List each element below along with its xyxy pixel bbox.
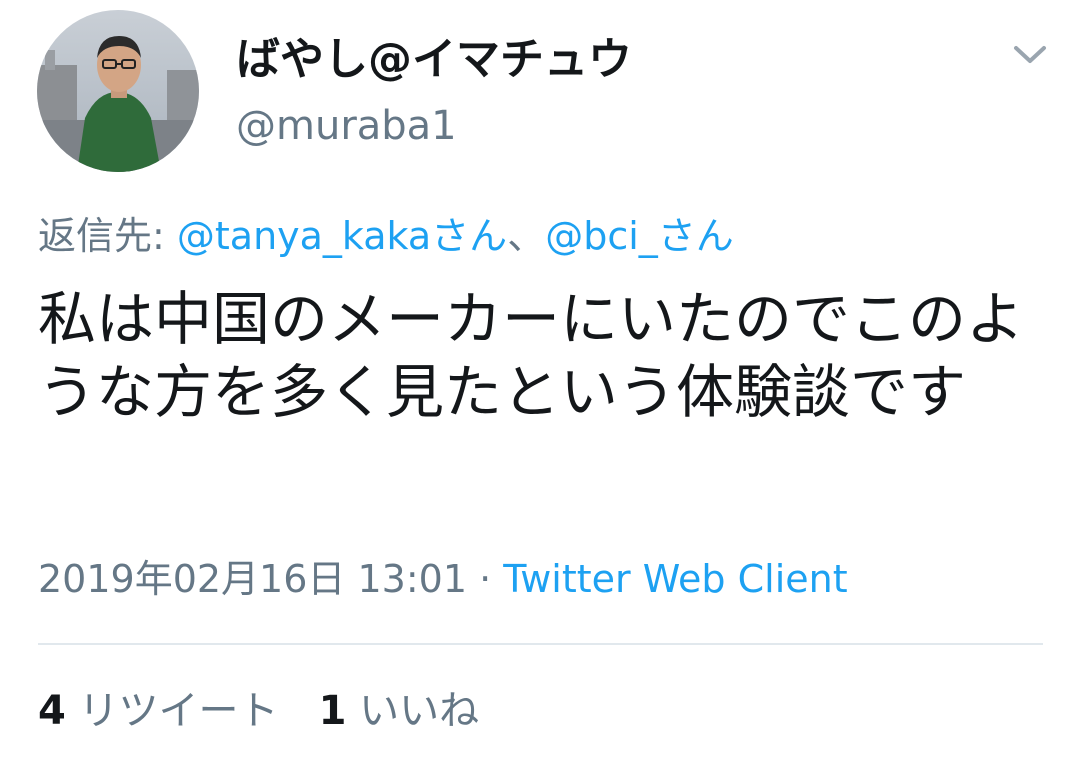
likes-stat[interactable]: 1 いいね bbox=[319, 688, 480, 734]
likes-count: 1 bbox=[318, 688, 347, 734]
reply-to-line: 返信先: @tanya_kakaさん、@bci_さん bbox=[38, 212, 734, 260]
reply-mention-tanya-kaka[interactable]: @tanya_kakaさん bbox=[177, 214, 507, 258]
retweets-stat[interactable]: 4 リツイート bbox=[38, 688, 279, 734]
tweet-client-link[interactable]: Twitter Web Client bbox=[503, 557, 847, 601]
divider bbox=[38, 643, 1043, 645]
author-display-name[interactable]: ばやし@イマチュウ bbox=[236, 34, 632, 86]
tweet-meta: 2019年02月16日 13:01 · Twitter Web Client bbox=[38, 554, 848, 604]
tweet-timestamp[interactable]: 2019年02月16日 13:01 bbox=[38, 557, 467, 601]
retweets-label: リツイート bbox=[78, 688, 279, 734]
likes-label: いいね bbox=[359, 688, 480, 734]
reply-mention-bci[interactable]: @bci_さん bbox=[545, 214, 734, 258]
retweets-count: 4 bbox=[38, 688, 66, 734]
chevron-down-icon[interactable] bbox=[1010, 34, 1050, 74]
tweet-stats: 4 リツイート 1 いいね bbox=[38, 686, 479, 736]
meta-dot: · bbox=[467, 557, 504, 601]
avatar[interactable] bbox=[37, 10, 199, 172]
reply-to-prefix: 返信先: bbox=[38, 214, 177, 258]
author-handle[interactable]: @muraba1 bbox=[236, 102, 457, 150]
tweet-text: 私は中国のメーカーにいたのでこのような方を多く見たという体験談です bbox=[38, 285, 1025, 426]
reply-separator: 、 bbox=[507, 214, 546, 258]
